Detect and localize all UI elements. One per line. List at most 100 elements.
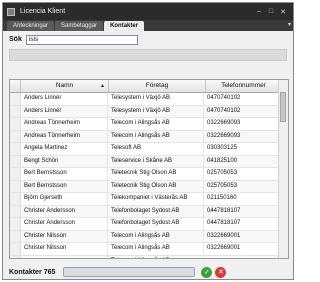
cell-name: Bert Bernstsson xyxy=(21,168,108,180)
cell-name: Bert Bernstsson xyxy=(21,180,108,192)
cell-company: Telecom i Alingsås AB xyxy=(108,243,204,255)
column-header-company[interactable]: Företag xyxy=(109,80,206,92)
table-row[interactable]: Anders Linnér Telesystem i Växjö AB 047074… xyxy=(10,105,288,118)
table-row[interactable]: Christer Andersson Telefonbolaget Sydost … xyxy=(10,205,288,218)
table-row[interactable]: Christer NilssonTelecom i Alingsås AB032… xyxy=(10,230,288,243)
table-row[interactable]: Christer Andersson Telefonbolaget Sydost … xyxy=(10,218,288,231)
table-row[interactable]: Andreas Tönnerheim Telecom i Alingsås AB 0… xyxy=(10,130,288,143)
row-selector[interactable] xyxy=(10,180,21,192)
cell-phone: 0470740102 xyxy=(204,105,279,117)
row-selector[interactable] xyxy=(10,205,21,217)
row-selector[interactable] xyxy=(10,255,21,258)
cell-name: Christer Andersson xyxy=(21,218,108,230)
cell-phone: 0322669093 xyxy=(204,118,279,130)
column-header-name[interactable]: Namn ▲ xyxy=(21,80,109,92)
chevron-down-icon[interactable]: ▾ xyxy=(288,21,291,28)
cell-phone: 041825100 xyxy=(204,155,279,167)
cell-company: Telecom i Alingsås AB xyxy=(108,230,204,242)
filter-bar xyxy=(9,49,287,61)
contacts-table: Namn ▲ Företag Telefonnummer Anders Linn… xyxy=(9,79,289,259)
search-row: Sök xyxy=(3,31,293,45)
contacts-count-label: Kontakter xyxy=(9,268,42,276)
cell-phone: 025705053 xyxy=(204,168,279,180)
cell-company: Telecom i Alingsås AB xyxy=(108,118,204,130)
table-row[interactable]: Björn Gjerseth Telekompaniet i Västerås A… xyxy=(10,193,288,206)
cell-phone: 0322669093 xyxy=(204,130,279,142)
cell-company: Telecom i Alingsås AB xyxy=(108,255,204,258)
cell-name: Christer Nilsson xyxy=(21,230,108,242)
app-icon xyxy=(7,7,15,16)
tab-anteckningar[interactable]: Anteckningar xyxy=(7,21,55,31)
status-footer: Kontakter 765 ✓ ✕ xyxy=(3,265,293,279)
cell-name: Bengt Schön xyxy=(21,155,108,167)
table-row[interactable]: Bert Bernstsson Teletecnik Stig Olson AB 0… xyxy=(10,180,288,193)
cell-phone: 0447818107 xyxy=(204,218,279,230)
column-header-phone[interactable]: Telefonnummer xyxy=(206,80,282,92)
row-selector[interactable] xyxy=(10,118,21,130)
row-selector[interactable] xyxy=(10,168,21,180)
cell-phone: 0322669001 xyxy=(204,230,279,242)
cell-name: Andreas Tönnerheim xyxy=(21,118,108,130)
cell-company: Teletecnik Stig Olson AB xyxy=(108,168,204,180)
cell-name: Angela Martinez xyxy=(21,143,108,155)
cell-name: Christer Nilsson xyxy=(21,243,108,255)
cell-phone: 025705053 xyxy=(204,180,279,192)
contacts-count-value: 765 xyxy=(43,268,56,276)
cell-name: Andreas Tönnerheim xyxy=(21,130,108,142)
row-selector[interactable] xyxy=(10,155,21,167)
cell-company: Teletecnik Stig Olson AB xyxy=(108,180,204,192)
table-row[interactable]: Bert Bernstsson Teletecnik Stig Olson AB 0… xyxy=(10,168,288,181)
cell-company: Telefonbolaget Sydost AB xyxy=(108,205,204,217)
search-label: Sök xyxy=(9,36,22,43)
app-window: Licencia Klient – □ ✕ Anteckningar Sambe… xyxy=(2,2,294,280)
cell-name: Björn Gjerseth xyxy=(21,193,108,205)
row-selector[interactable] xyxy=(10,243,21,255)
vertical-scrollbar[interactable] xyxy=(278,80,288,258)
row-selector[interactable] xyxy=(10,193,21,205)
close-icon[interactable]: ✕ xyxy=(277,8,289,16)
cell-name: Christer Andersson xyxy=(21,205,108,217)
table-row[interactable]: Bengt Schön Teleservice i Skåne AB 0418251… xyxy=(10,155,288,168)
cancel-button[interactable]: ✕ xyxy=(215,266,227,278)
cell-company: Telesystem i Växjö AB xyxy=(108,105,204,117)
cell-name: Anders Linnér xyxy=(21,105,108,117)
cell-company: Teleservice i Skåne AB xyxy=(108,155,204,167)
cell-phone: 0322669001 xyxy=(204,255,279,258)
cell-phone: 0447818107 xyxy=(204,205,279,217)
sort-ascending-icon: ▲ xyxy=(100,83,105,89)
column-header-name-label: Namn xyxy=(55,82,74,89)
cell-company: Telesystem i Växjö AB xyxy=(108,93,204,105)
row-selector-header xyxy=(10,80,21,92)
title-bar[interactable]: Licencia Klient – □ ✕ xyxy=(3,3,293,20)
table-row[interactable]: Andreas Tönnerheim Telecom i Alingsås AB 0… xyxy=(10,118,288,131)
table-header: Namn ▲ Företag Telefonnummer xyxy=(10,80,288,93)
minimize-icon[interactable]: – xyxy=(253,8,265,15)
row-selector[interactable] xyxy=(10,230,21,242)
cell-phone: 030303125 xyxy=(204,143,279,155)
tab-kontakter[interactable]: Kontakter xyxy=(104,21,145,31)
scrollbar-thumb[interactable] xyxy=(280,92,286,122)
maximize-icon[interactable]: □ xyxy=(265,8,277,15)
table-row[interactable]: Angela Martinez Telesoft AB 030303125 xyxy=(10,143,288,156)
table-row[interactable]: Anders Linnér Telesystem i Växjö AB 047074… xyxy=(10,93,288,106)
row-selector[interactable] xyxy=(10,143,21,155)
window-title: Licencia Klient xyxy=(20,8,66,15)
tab-sambetaggar[interactable]: Sambetaggar xyxy=(55,21,104,31)
cell-company: Telecom i Alingsås AB xyxy=(108,130,204,142)
row-selector[interactable] xyxy=(10,105,21,117)
table-row[interactable]: Christer NilssonTelecom i Alingsås AB032… xyxy=(10,243,288,256)
progress-bar xyxy=(63,267,196,277)
row-selector[interactable] xyxy=(10,218,21,230)
row-selector[interactable] xyxy=(10,130,21,142)
cell-company: Telefonbolaget Sydost AB xyxy=(108,218,204,230)
row-selector[interactable] xyxy=(10,93,21,105)
cell-company: Telesoft AB xyxy=(108,143,204,155)
table-row[interactable]: Christer NilssonTelecom i Alingsås AB032… xyxy=(10,255,288,258)
cell-phone: 021150160 xyxy=(204,193,279,205)
confirm-button[interactable]: ✓ xyxy=(201,266,213,278)
cell-name: Anders Linnér xyxy=(21,93,108,105)
table-body: Anders Linnér Telesystem i Växjö AB 047074… xyxy=(10,93,288,258)
cell-phone: 0322669001 xyxy=(204,243,279,255)
search-input[interactable] xyxy=(25,34,138,45)
tab-bar: Anteckningar Sambetaggar Kontakter ▾ xyxy=(3,20,293,31)
